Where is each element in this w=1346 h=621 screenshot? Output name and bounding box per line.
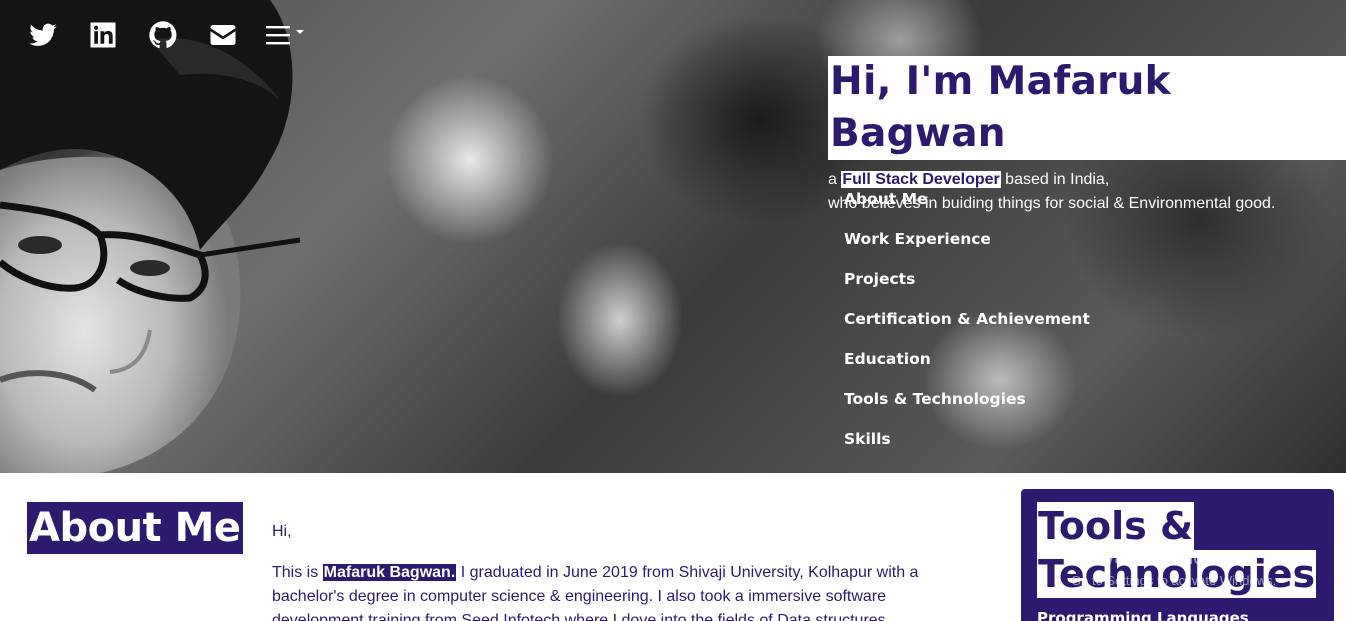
twitter-icon: [29, 23, 57, 46]
nav-item-projects: Projects: [844, 267, 1090, 307]
tagline-role: Full Stack Developer: [841, 171, 1001, 188]
hero-banner: Hi, I'm Mafaruk Bagwan a Full Stack Deve…: [0, 0, 1346, 473]
nav-link-education[interactable]: Education: [844, 350, 931, 368]
linkedin-icon: [90, 22, 116, 48]
about-name-highlight: Mafaruk Bagwan.: [322, 564, 457, 581]
nav-item-work: Work Experience: [844, 227, 1090, 267]
section-nav: About Me Work Experience Projects Certif…: [844, 187, 1090, 467]
nav-item-about: About Me: [844, 187, 1090, 227]
nav-link-certification[interactable]: Certification & Achievement: [844, 310, 1090, 328]
github-icon: [149, 21, 177, 49]
tools-title: Tools & Technologies: [1037, 502, 1317, 598]
nav-link-about[interactable]: About Me: [844, 190, 928, 208]
tools-subtitle: Programming Languages: [1037, 609, 1249, 621]
linkedin-link[interactable]: [86, 18, 120, 52]
caret-down-icon: [296, 30, 304, 34]
about-intro: This is Mafaruk Bagwan. I graduated in J…: [272, 561, 922, 621]
tools-card: Tools & Technologies Programming Languag…: [1021, 489, 1334, 621]
github-link[interactable]: [146, 18, 180, 52]
nav-item-skills: Skills: [844, 427, 1090, 467]
tools-title-line1: Tools &: [1037, 502, 1195, 550]
hero-title: Hi, I'm Mafaruk Bagwan: [828, 56, 1346, 160]
hamburger-menu-icon: [266, 26, 290, 45]
about-text: Hi, This is Mafaruk Bagwan. I graduated …: [272, 520, 922, 621]
about-intro-prefix: This is: [272, 564, 323, 581]
nav-link-skills[interactable]: Skills: [844, 430, 891, 448]
about-heading: About Me: [27, 502, 243, 554]
menu-toggle-button[interactable]: [266, 23, 304, 47]
envelope-icon: [210, 25, 236, 45]
nav-link-work-experience[interactable]: Work Experience: [844, 230, 991, 248]
social-icon-bar: [26, 18, 304, 52]
about-greeting: Hi,: [272, 523, 292, 540]
email-link[interactable]: [206, 18, 240, 52]
tagline-prefix: a: [828, 171, 842, 188]
nav-link-tools[interactable]: Tools & Technologies: [844, 390, 1026, 408]
nav-item-education: Education: [844, 347, 1090, 387]
tools-title-line2: Technologies: [1037, 550, 1317, 598]
nav-item-tools: Tools & Technologies: [844, 387, 1090, 427]
twitter-link[interactable]: [26, 18, 60, 52]
nav-item-certification: Certification & Achievement: [844, 307, 1090, 347]
nav-link-projects[interactable]: Projects: [844, 270, 915, 288]
tagline-suffix: based in India,: [1000, 171, 1110, 188]
profile-photo: [0, 0, 301, 473]
